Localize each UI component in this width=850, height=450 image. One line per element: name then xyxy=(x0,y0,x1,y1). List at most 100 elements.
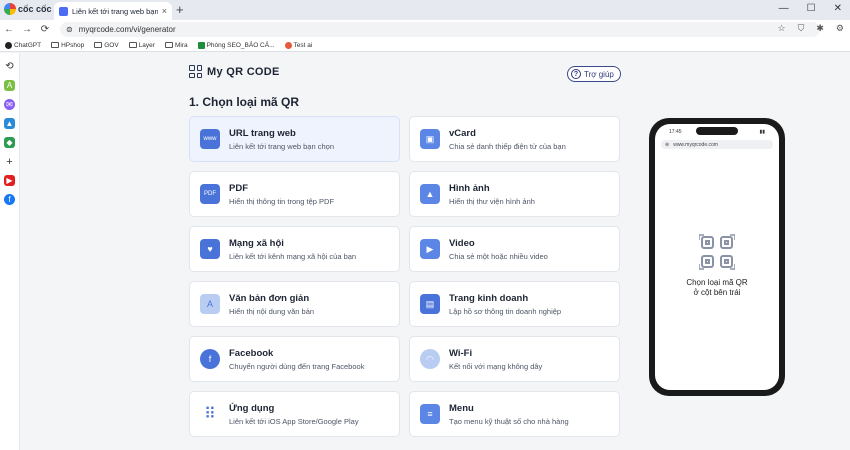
briefcase-icon: ▤ xyxy=(420,294,440,314)
tab-close-icon[interactable]: × xyxy=(162,6,167,16)
extensions-icon[interactable]: ✱ xyxy=(816,23,824,34)
active-tab[interactable]: Liên kết tới trang web bạn c × xyxy=(54,2,172,20)
bookmark-test-ai[interactable]: Test ai xyxy=(284,41,313,49)
card-description: Hiển thị thư viện hình ảnh xyxy=(449,196,535,206)
bookmark-star-icon[interactable]: ☆ xyxy=(778,23,786,34)
phone-screen: 17:45 ▮▮ ⊜ www.myqrcode.com Chọn loại mã… xyxy=(655,124,779,390)
qr-type-card[interactable]: PDF PDF Hiển thị thông tin trong tệp PDF xyxy=(189,171,400,217)
card-title: URL trang web xyxy=(229,127,296,139)
bookmark-layer[interactable]: Layer xyxy=(128,41,155,49)
settings-icon[interactable]: ⚙ xyxy=(836,23,844,34)
brand-name: My QR CODE xyxy=(207,65,280,78)
card-description: Chia sẻ một hoặc nhiều video xyxy=(449,251,548,261)
vcard-icon: ▣ xyxy=(420,129,440,149)
bookmark-label: Test ai xyxy=(293,41,313,49)
card-description: Chia sẻ danh thiếp điện tử của bạn xyxy=(449,141,566,151)
phone-message-line1: Chọn loại mã QR xyxy=(686,278,748,287)
qr-type-card[interactable]: A Văn bản đơn giản Hiển thị nội dung văn b… xyxy=(189,281,400,327)
url-input[interactable]: ⊜ myqrcode.com/vi/generator xyxy=(60,22,820,37)
bookmark-gov[interactable]: GOV xyxy=(94,41,119,49)
card-text: Văn bản đơn giản Hiển thị nội dung văn bả… xyxy=(229,293,314,316)
card-text: Wi-Fi Kết nối với mạng không dây xyxy=(449,348,542,371)
ai-icon xyxy=(284,41,292,49)
card-text: vCard Chia sẻ danh thiếp điện tử của bạn xyxy=(449,128,566,151)
bookmark-label: HPshop xyxy=(61,41,85,49)
phone-lock-icon: ⊜ xyxy=(665,141,670,148)
qr-type-card[interactable]: ◠ Wi-Fi Kết nối với mạng không dây xyxy=(409,336,620,382)
pdf-icon: PDF xyxy=(200,184,220,204)
qr-type-card[interactable]: ▤ Trang kinh doanh Lập hồ sơ thông tin doa… xyxy=(409,281,620,327)
phone-url-bar: ⊜ www.myqrcode.com xyxy=(661,140,773,149)
messenger-icon[interactable]: ✉ xyxy=(4,99,15,110)
qr-placeholder-icon xyxy=(699,234,735,270)
toolbar-icons: ☆ ⛉ ✱ ⚙ xyxy=(778,23,844,34)
chatgpt-icon xyxy=(5,41,12,49)
phone-message-line2: ở cột bên trái xyxy=(693,288,741,297)
site-logo[interactable]: My QR CODE xyxy=(189,65,280,78)
phone-message: Chọn loại mã QR ở cột bên trái xyxy=(665,278,769,298)
url-text: myqrcode.com/vi/generator xyxy=(78,25,176,34)
folder-icon xyxy=(164,42,173,48)
site-info-icon[interactable]: ⊜ xyxy=(66,25,73,34)
card-title: Facebook xyxy=(229,347,274,359)
help-label: Trợ giúp xyxy=(584,69,614,79)
card-text: URL trang web Liên kết tới trang web bạn … xyxy=(229,128,334,151)
add-app-icon[interactable]: + xyxy=(4,156,15,168)
tab-favicon-icon xyxy=(59,6,68,16)
forward-icon[interactable]: → xyxy=(18,24,36,35)
image-icon: ▲ xyxy=(420,184,440,204)
qr-logo-icon xyxy=(189,65,202,78)
window-controls: — ☐ ✕ xyxy=(779,3,842,14)
card-text: PDF Hiển thị thông tin trong tệp PDF xyxy=(229,183,334,206)
card-description: Liên kết tới iOS App Store/Google Play xyxy=(229,416,359,426)
card-description: Hiển thị nội dung văn bản xyxy=(229,306,315,316)
history-icon[interactable]: ⟲ xyxy=(4,61,15,72)
bookmark-label: GOV xyxy=(104,41,119,49)
facebook-sidebar-icon[interactable]: f xyxy=(4,194,15,205)
new-tab-button[interactable]: + xyxy=(176,2,184,17)
card-text: Trang kinh doanh Lập hồ sơ thông tin doan… xyxy=(449,293,561,316)
browser-logo[interactable]: cốc cốc xyxy=(4,3,52,15)
wifi-icon: ◠ xyxy=(420,349,440,369)
bookmark-chatgpt[interactable]: ChatGPT xyxy=(5,41,41,49)
card-title: Văn bản đơn giản xyxy=(229,292,310,304)
phone-url-text: www.myqrcode.com xyxy=(673,141,718,148)
qr-type-card[interactable]: ▲ Hình ảnh Hiển thị thư viện hình ảnh xyxy=(409,171,620,217)
www-icon: www xyxy=(200,129,220,149)
maximize-icon[interactable]: ☐ xyxy=(807,3,816,14)
help-button[interactable]: ? Trợ giúp xyxy=(567,66,621,82)
qr-type-card[interactable]: ≡ Menu Tạo menu kỹ thuật số cho nhà hàng xyxy=(409,391,620,437)
page-content: My QR CODE ? Trợ giúp 1. Chọn loại mã QR… xyxy=(21,53,850,450)
youtube-icon[interactable]: ▶ xyxy=(4,175,15,186)
ai-assistant-icon[interactable]: A xyxy=(4,80,15,91)
game-icon[interactable]: ◆ xyxy=(4,137,15,148)
menu-icon: ≡ xyxy=(420,404,440,424)
back-icon[interactable]: ← xyxy=(0,24,18,35)
bookmarks-bar: ChatGPT HPshop GOV Layer Mira Phòng SEO_… xyxy=(0,39,850,52)
qr-type-card[interactable]: ▣ vCard Chia sẻ danh thiếp điện tử của bạn xyxy=(409,116,620,162)
bookmark-phong-seo[interactable]: Phòng SEO_BẢO CẢ... xyxy=(197,41,275,49)
reload-icon[interactable]: ⟳ xyxy=(36,24,54,35)
card-text: Hình ảnh Hiển thị thư viện hình ảnh xyxy=(449,183,535,206)
qr-type-card[interactable]: ♥ Mạng xã hội Liên kết tới kênh mạng xã hộ… xyxy=(189,226,400,272)
text-icon: A xyxy=(200,294,220,314)
phone-status-bar: 17:45 ▮▮ xyxy=(655,129,779,135)
bookmark-label: Layer xyxy=(138,41,155,49)
card-description: Kết nối với mạng không dây xyxy=(449,361,543,371)
card-title: Ứng dụng xyxy=(229,402,275,414)
bookmark-mira[interactable]: Mira xyxy=(164,42,188,49)
qr-type-card[interactable]: ▶ Video Chia sẻ một hoặc nhiều video xyxy=(409,226,620,272)
extension-shield-icon[interactable]: ⛉ xyxy=(798,23,805,34)
chart-app-icon[interactable]: ▲ xyxy=(4,118,15,129)
minimize-icon[interactable]: — xyxy=(779,3,789,14)
card-title: Video xyxy=(449,237,475,249)
qr-type-card[interactable]: f Facebook Chuyển người dùng đến trang Fac… xyxy=(189,336,400,382)
bookmark-hpshop[interactable]: HPshop xyxy=(51,42,84,49)
card-text: Facebook Chuyển người dùng đến trang Face… xyxy=(229,348,364,371)
qr-type-card[interactable]: ⠿ Ứng dụng Liên kết tới iOS App Store/Goog… xyxy=(189,391,400,437)
qr-type-card[interactable]: www URL trang web Liên kết tới trang web b… xyxy=(189,116,400,162)
close-window-icon[interactable]: ✕ xyxy=(834,3,842,14)
facebook-icon: f xyxy=(200,349,220,369)
card-description: Lập hồ sơ thông tin doanh nghiệp xyxy=(449,306,562,316)
phone-time: 17:45 xyxy=(669,129,682,135)
